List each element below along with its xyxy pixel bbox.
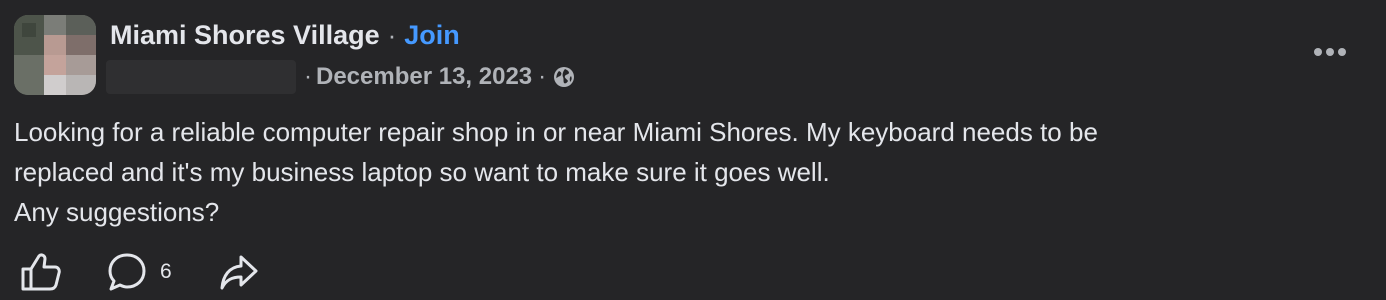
- ellipsis-icon: [1314, 48, 1346, 56]
- post-actions-bar: 6: [18, 248, 262, 296]
- post-header-group-line: Miami Shores Village · Join: [110, 18, 460, 52]
- share-arrow-icon: [220, 255, 258, 290]
- post-body-line: Looking for a reliable computer repair s…: [14, 117, 1098, 147]
- more-options-button[interactable]: [1308, 36, 1352, 68]
- comment-bubble-icon: [108, 253, 146, 291]
- post-body-line: Any suggestions?: [14, 197, 220, 227]
- like-button[interactable]: [18, 249, 64, 295]
- post-body-line: replaced and it's my business laptop so …: [14, 157, 830, 187]
- group-post: Miami Shores Village · Join · December 1…: [0, 0, 1386, 300]
- share-button[interactable]: [216, 249, 262, 295]
- globe-icon: [552, 65, 576, 89]
- author-name-redacted[interactable]: [106, 60, 296, 94]
- avatar-pixelated-image: [14, 15, 96, 95]
- comment-count: 6: [160, 260, 172, 283]
- meta-separator: ·: [304, 63, 312, 90]
- post-body-text: Looking for a reliable computer repair s…: [14, 112, 1354, 232]
- comment-button[interactable]: 6: [106, 249, 172, 295]
- avatar[interactable]: [14, 15, 96, 95]
- post-meta-line: · December 13, 2023 ·: [106, 60, 576, 94]
- thumbs-up-icon: [21, 253, 61, 291]
- join-group-button[interactable]: Join: [404, 20, 460, 51]
- header-separator: ·: [387, 19, 397, 50]
- meta-separator-2: ·: [538, 63, 547, 90]
- group-name-link[interactable]: Miami Shores Village: [110, 20, 380, 51]
- post-date-link[interactable]: December 13, 2023: [316, 63, 532, 91]
